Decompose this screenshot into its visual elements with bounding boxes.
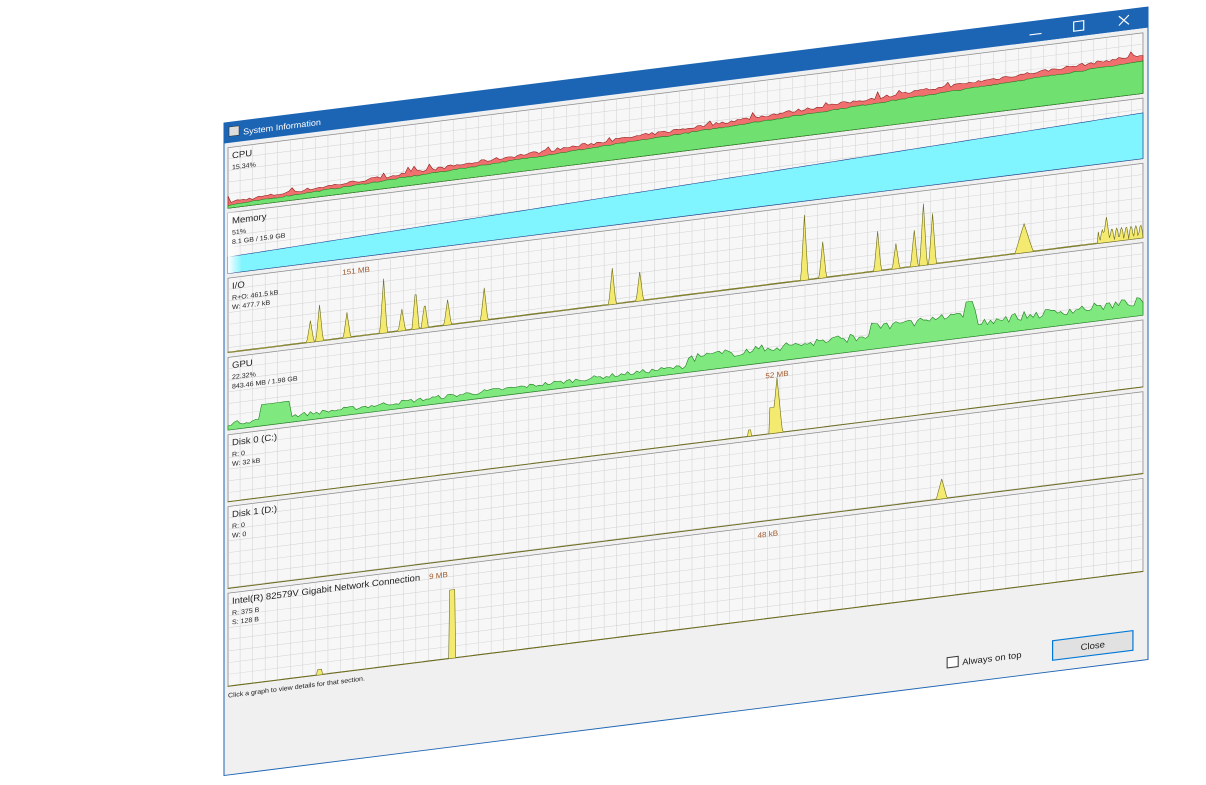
panel-title: I/O <box>232 280 245 291</box>
app-icon <box>228 125 240 137</box>
checkbox-box[interactable] <box>946 655 959 669</box>
system-information-window: System Information CPU15.34%Memory51%8.1… <box>223 6 1149 777</box>
